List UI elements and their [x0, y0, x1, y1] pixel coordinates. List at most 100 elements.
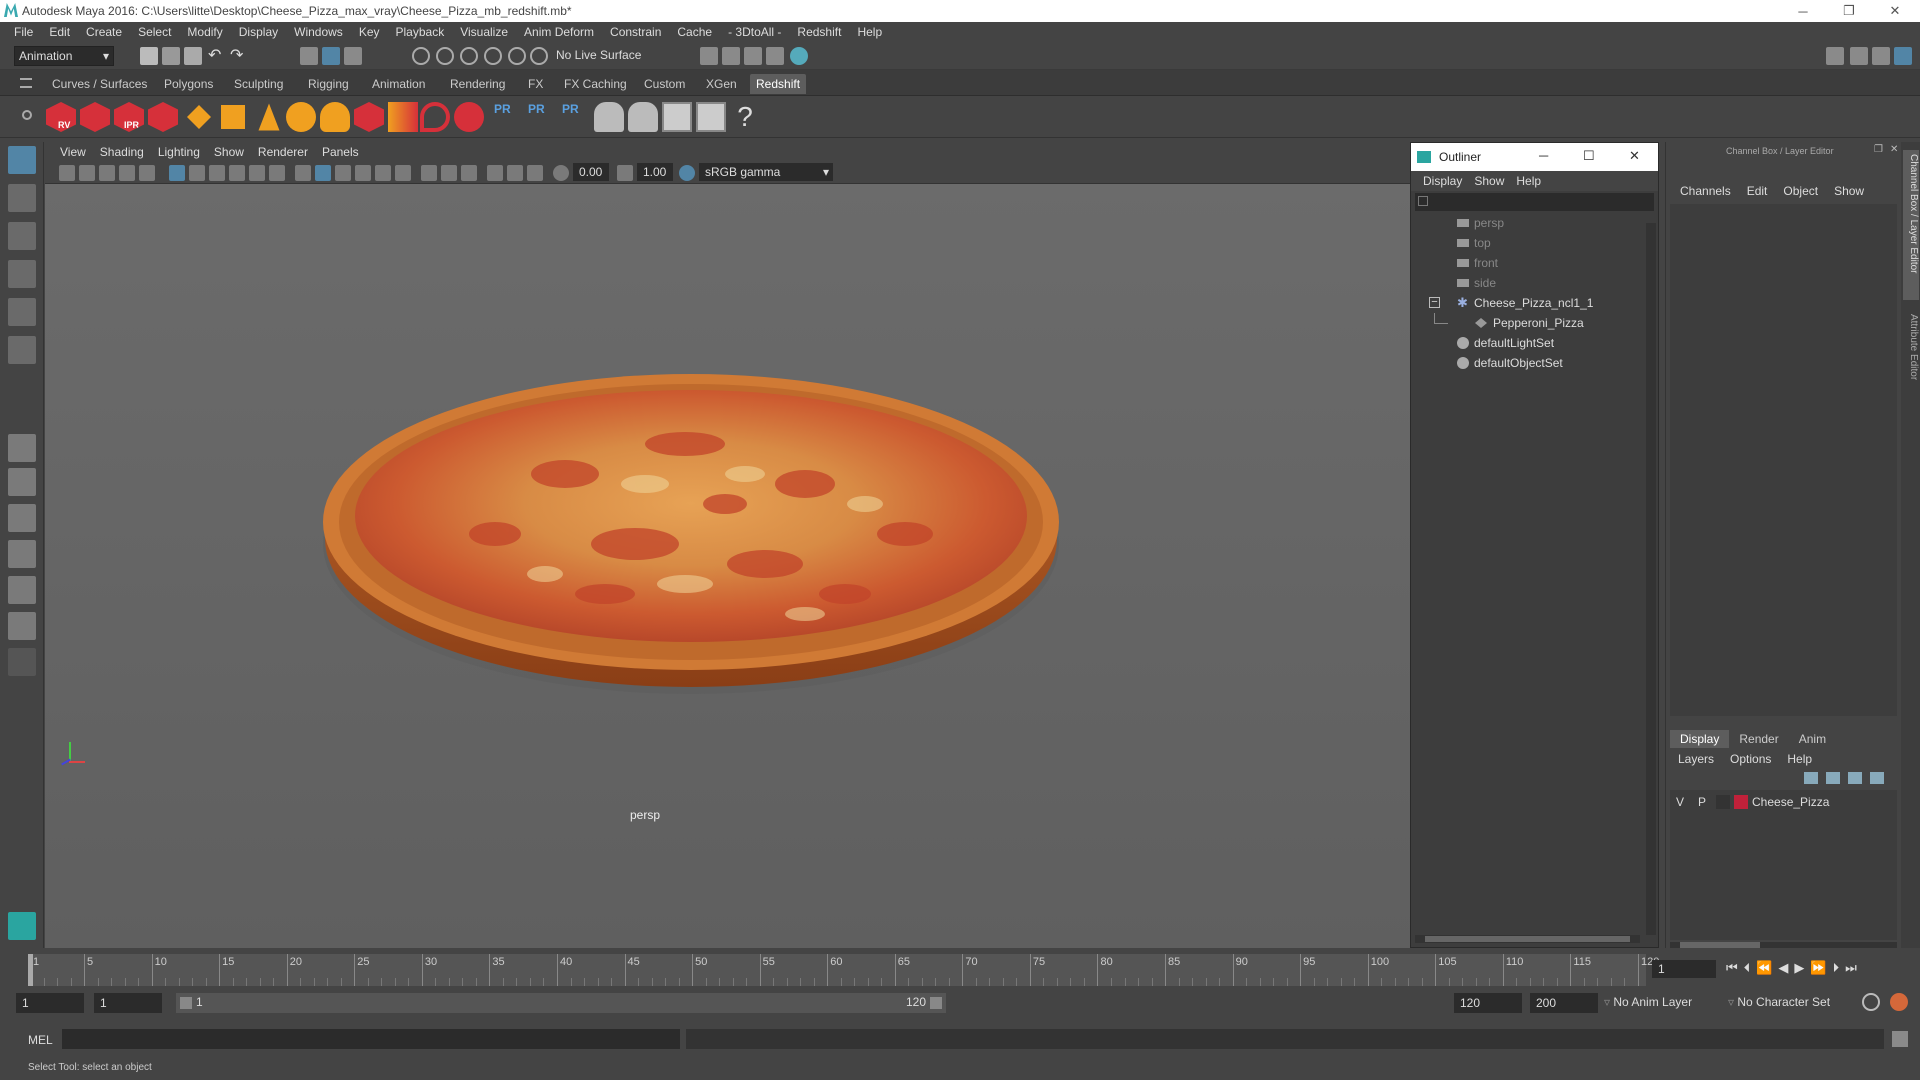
- animation-start-field[interactable]: 1: [16, 993, 84, 1013]
- menu-key[interactable]: Key: [351, 25, 388, 39]
- viewport-menu-renderer[interactable]: Renderer: [251, 145, 315, 159]
- range-start-handle[interactable]: [180, 997, 192, 1009]
- layer-tab-anim[interactable]: Anim: [1789, 730, 1836, 748]
- resolution-gate-icon[interactable]: [209, 165, 225, 181]
- modeling-toolkit-icon[interactable]: [1826, 47, 1844, 65]
- timeline-track[interactable]: 1 5 10 15 20 25 30 35 40 45 50 55 60 65 70 75 80 85 90 95 10…: [28, 954, 1659, 986]
- snap-live-icon[interactable]: [530, 47, 548, 65]
- two-d-pan-icon[interactable]: [139, 165, 155, 181]
- persp-hypershade-layout-icon[interactable]: [8, 576, 36, 604]
- layer-tab-render[interactable]: Render: [1729, 730, 1788, 748]
- current-time-marker[interactable]: [28, 954, 33, 986]
- lasso-tool-icon[interactable]: [8, 184, 36, 212]
- attribute-editor-toggle-icon[interactable]: [1850, 47, 1868, 65]
- move-layer-up-icon[interactable]: [1804, 772, 1818, 784]
- rotate-tool-icon[interactable]: [8, 298, 36, 326]
- redshift-script-editor-icon[interactable]: [662, 102, 692, 132]
- shelf-tab-xgen[interactable]: XGen: [700, 74, 743, 94]
- step-forward-key-icon[interactable]: ⏩: [1810, 960, 1832, 975]
- redshift-settings-icon[interactable]: [148, 102, 178, 132]
- live-surface-field[interactable]: No Live Surface: [552, 46, 652, 66]
- new-layer-icon[interactable]: [1848, 772, 1862, 784]
- script-editor-icon[interactable]: [1892, 1031, 1908, 1047]
- shelf-tab-fx[interactable]: FX: [522, 74, 549, 94]
- animation-end-field[interactable]: 200: [1530, 993, 1598, 1013]
- playback-start-field[interactable]: 1: [94, 993, 162, 1013]
- menu-3dtoall[interactable]: - 3DtoAll -: [720, 25, 789, 39]
- redshift-pr-icon-3[interactable]: PR: [562, 102, 592, 132]
- viewport-menu-view[interactable]: View: [53, 145, 93, 159]
- viewport-menu-shading[interactable]: Shading: [93, 145, 151, 159]
- redshift-ies-light-icon[interactable]: [258, 103, 280, 131]
- use-all-lights-icon[interactable]: [375, 165, 391, 181]
- shelf-tab-curves[interactable]: Curves / Surfaces: [46, 74, 153, 94]
- gate-mask-icon[interactable]: [229, 165, 245, 181]
- redshift-help-icon[interactable]: ?: [730, 102, 760, 132]
- screen-space-ao-icon[interactable]: [421, 165, 437, 181]
- channel-menu-show[interactable]: Show: [1826, 184, 1872, 198]
- channel-menu-object[interactable]: Object: [1775, 184, 1826, 198]
- close-panel-icon[interactable]: ✕: [1890, 144, 1898, 155]
- layer-display-type-toggle[interactable]: [1716, 795, 1730, 809]
- field-chart-icon[interactable]: [249, 165, 265, 181]
- menu-playback[interactable]: Playback: [388, 25, 453, 39]
- maya-home-icon[interactable]: [8, 912, 36, 940]
- color-management-icon[interactable]: [679, 165, 695, 181]
- menu-select[interactable]: Select: [130, 25, 179, 39]
- redshift-pr-icon-1[interactable]: PR: [494, 102, 524, 132]
- redshift-portal-light-icon[interactable]: [221, 105, 245, 129]
- play-forward-icon[interactable]: ▶: [1794, 960, 1810, 975]
- channel-box-toggle-icon[interactable]: [1894, 47, 1912, 65]
- layer-tab-display[interactable]: Display: [1670, 730, 1730, 748]
- outliner-item-front[interactable]: front: [1411, 253, 1646, 273]
- outliner-item-cheese-pizza-group[interactable]: − ✱ Cheese_Pizza_ncl1_1: [1411, 293, 1646, 313]
- outliner-horizontal-scrollbar[interactable]: [1415, 935, 1640, 943]
- view-transform-dropdown[interactable]: sRGB gamma ▾: [699, 163, 833, 181]
- range-slider-bar[interactable]: 1 120: [176, 993, 946, 1013]
- shelf-tab-redshift[interactable]: Redshift: [750, 74, 807, 94]
- persp-graph-layout-icon[interactable]: [8, 540, 36, 568]
- xray-joints-icon[interactable]: [527, 165, 543, 181]
- channel-list[interactable]: [1670, 204, 1897, 716]
- wireframe-on-shaded-icon[interactable]: [335, 165, 351, 181]
- snap-grid-icon[interactable]: [412, 47, 430, 65]
- redshift-render-view-icon[interactable]: RV: [46, 102, 76, 132]
- redo-icon[interactable]: ↷: [230, 47, 248, 65]
- minimize-button[interactable]: ─: [1780, 0, 1826, 22]
- float-panel-icon[interactable]: ❐: [1874, 144, 1883, 155]
- new-layer-from-selected-icon[interactable]: [1870, 772, 1884, 784]
- menu-anim-deform[interactable]: Anim Deform: [516, 25, 602, 39]
- render-settings-icon[interactable]: [744, 47, 762, 65]
- outliner-item-default-object-set[interactable]: defaultObjectSet: [1411, 353, 1646, 373]
- script-language-toggle[interactable]: MEL: [28, 1033, 53, 1047]
- snap-curve-icon[interactable]: [436, 47, 454, 65]
- open-scene-icon[interactable]: [162, 47, 180, 65]
- viewport-menu-show[interactable]: Show: [207, 145, 251, 159]
- shelf-tab-custom[interactable]: Custom: [638, 74, 691, 94]
- new-scene-icon[interactable]: [140, 47, 158, 65]
- redshift-bake-icon[interactable]: [594, 102, 624, 132]
- shelf-tab-fx-caching[interactable]: FX Caching: [558, 74, 633, 94]
- redshift-sun-light-icon[interactable]: [320, 102, 350, 132]
- go-to-start-icon[interactable]: ⏮: [1726, 960, 1744, 975]
- shadows-icon[interactable]: [395, 165, 411, 181]
- camera-attributes-icon[interactable]: [79, 165, 95, 181]
- layer-row-cheese-pizza[interactable]: V P Cheese_Pizza: [1670, 792, 1897, 812]
- auto-key-icon[interactable]: [1862, 993, 1880, 1011]
- layer-visibility-toggle[interactable]: V: [1676, 795, 1684, 809]
- smooth-shade-icon[interactable]: [315, 165, 331, 181]
- image-plane-icon[interactable]: [119, 165, 135, 181]
- layer-playback-toggle[interactable]: P: [1698, 795, 1706, 809]
- layer-menu-layers[interactable]: Layers: [1670, 752, 1722, 766]
- layer-menu-options[interactable]: Options: [1722, 752, 1779, 766]
- menu-edit[interactable]: Edit: [41, 25, 78, 39]
- snap-surface-icon[interactable]: [508, 47, 526, 65]
- menu-visualize[interactable]: Visualize: [452, 25, 516, 39]
- hypershade-icon[interactable]: [766, 47, 784, 65]
- redshift-material-icon[interactable]: [454, 102, 484, 132]
- paint-select-icon[interactable]: [8, 222, 36, 250]
- isolate-select-icon[interactable]: [487, 165, 503, 181]
- menu-modify[interactable]: Modify: [179, 25, 230, 39]
- step-back-frame-icon[interactable]: ⏴: [1744, 960, 1757, 975]
- menuset-dropdown[interactable]: Animation ▾: [14, 46, 114, 66]
